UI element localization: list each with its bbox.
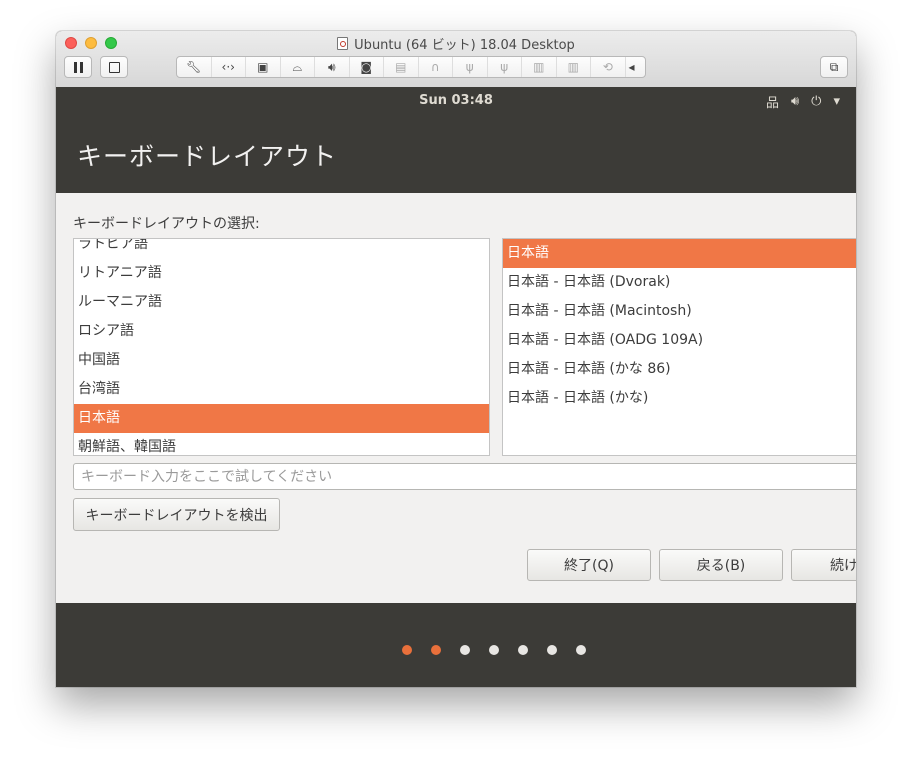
progress-dot (431, 645, 441, 655)
progress-dot (547, 645, 557, 655)
page-title: キーボードレイアウト (77, 142, 338, 171)
quit-button[interactable]: 終了(Q) (527, 549, 651, 581)
detect-layout-button[interactable]: キーボードレイアウトを検出 (73, 498, 280, 531)
vm-title-bar: Ubuntu (64 ビット) 18.04 Desktop 🔧︎ ‹·› ▣ ⌓… (56, 31, 856, 88)
panel-clock[interactable]: Sun 03:48 (56, 93, 856, 108)
volume-icon[interactable]: 🔊︎ (791, 94, 799, 109)
list-item[interactable]: ラトビア語 (74, 239, 489, 259)
layout-list-items: ラトビア語 リトアニア語 ルーマニア語 ロシア語 中国語 台湾語 日本語 朝鮮語、韓国語 (74, 239, 489, 455)
keyboard-test-input[interactable] (73, 463, 856, 490)
device-icon[interactable]: ▥ (557, 57, 591, 77)
window-title-text: Ubuntu (64 ビット) 18.04 Desktop (354, 38, 575, 53)
usb-icon[interactable]: ψ (453, 57, 488, 77)
system-tray[interactable]: 品 🔊︎ ⏻ ▾ (766, 92, 840, 111)
variant-list[interactable]: 日本語 日本語 - 日本語 (Dvorak) 日本語 - 日本語 (Macintos… (502, 238, 856, 456)
installer-content: キーボードレイアウトの選択: ラトビア語 リトアニア語 ルーマニア語 ロシア語 中国語台… (56, 193, 856, 603)
progress-dots (402, 645, 586, 655)
snapshot-button[interactable] (100, 56, 128, 78)
document-icon (337, 37, 349, 50)
list-item[interactable]: 日本語 (74, 404, 489, 433)
list-item[interactable]: 日本語 (503, 239, 856, 268)
list-item[interactable]: 朝鮮語、韓国語 (74, 433, 489, 455)
printer-icon[interactable]: ▤ (384, 57, 419, 77)
code-icon[interactable]: ‹·› (212, 57, 246, 77)
device-icon[interactable]: ▥ (522, 57, 557, 77)
list-item[interactable]: 日本語 - 日本語 (かな 86) (503, 355, 856, 384)
list-item[interactable]: 日本語 - 日本語 (かな) (503, 384, 856, 413)
pause-button[interactable] (64, 56, 92, 78)
progress-dot (402, 645, 412, 655)
continue-button[interactable]: 続け (791, 549, 856, 581)
camera-icon[interactable]: ◙ (350, 57, 384, 77)
list-item[interactable]: リトアニア語 (74, 259, 489, 288)
installer-footer (56, 603, 856, 687)
list-item[interactable]: ロシア語 (74, 317, 489, 346)
list-item[interactable]: 台湾語 (74, 375, 489, 404)
speaker-icon[interactable]: 🔊︎ (315, 57, 350, 77)
caret-down-icon[interactable]: ▾ (833, 94, 840, 109)
installer-header: キーボードレイアウト (56, 115, 856, 193)
headphones-icon[interactable]: ∩ (419, 57, 453, 77)
progress-dot (460, 645, 470, 655)
power-icon[interactable]: ⏻ (811, 94, 821, 109)
list-item[interactable]: 日本語 - 日本語 (Dvorak) (503, 268, 856, 297)
list-item[interactable]: 日本語 - 日本語 (OADG 109A) (503, 326, 856, 355)
pause-icon (73, 61, 83, 73)
list-item[interactable]: ルーマニア語 (74, 288, 489, 317)
window-copy-button[interactable]: ⧉ (820, 56, 848, 78)
disk-icon[interactable]: ▣ (246, 57, 281, 77)
section-label: キーボードレイアウトの選択: (73, 216, 260, 232)
list-item[interactable]: 日本語 - 日本語 (Macintosh) (503, 297, 856, 326)
chevron-left-icon[interactable]: ◂ (626, 57, 638, 77)
progress-dot (518, 645, 528, 655)
variant-list-items: 日本語 日本語 - 日本語 (Dvorak) 日本語 - 日本語 (Macintos… (503, 239, 856, 413)
wrench-icon[interactable]: 🔧︎ (177, 57, 212, 77)
usb-icon[interactable]: ψ (488, 57, 522, 77)
layout-list[interactable]: ラトビア語 リトアニア語 ルーマニア語 ロシア語 中国語 台湾語 日本語 朝鮮語、韓国語 (73, 238, 490, 456)
back-button[interactable]: 戻る(B) (659, 549, 783, 581)
progress-dot (576, 645, 586, 655)
device-toolbar: 🔧︎ ‹·› ▣ ⌓ 🔊︎ ◙ ▤ ∩ ψ ψ ▥ ▥ ⟲ ◂ (176, 56, 646, 78)
window-copy-icon: ⧉ (829, 59, 839, 74)
snapshot-icon (108, 61, 120, 73)
vm-window: Ubuntu (64 ビット) 18.04 Desktop 🔧︎ ‹·› ▣ ⌓… (56, 31, 856, 687)
progress-dot (489, 645, 499, 655)
network-icon[interactable]: 品 (766, 92, 779, 111)
refresh-icon[interactable]: ⟲ (591, 57, 626, 77)
window-title: Ubuntu (64 ビット) 18.04 Desktop (56, 34, 856, 53)
hard-drive-icon[interactable]: ⌓ (281, 57, 315, 77)
list-item[interactable]: 中国語 (74, 346, 489, 375)
ubuntu-top-panel: Sun 03:48 品 🔊︎ ⏻ ▾ (56, 87, 856, 115)
